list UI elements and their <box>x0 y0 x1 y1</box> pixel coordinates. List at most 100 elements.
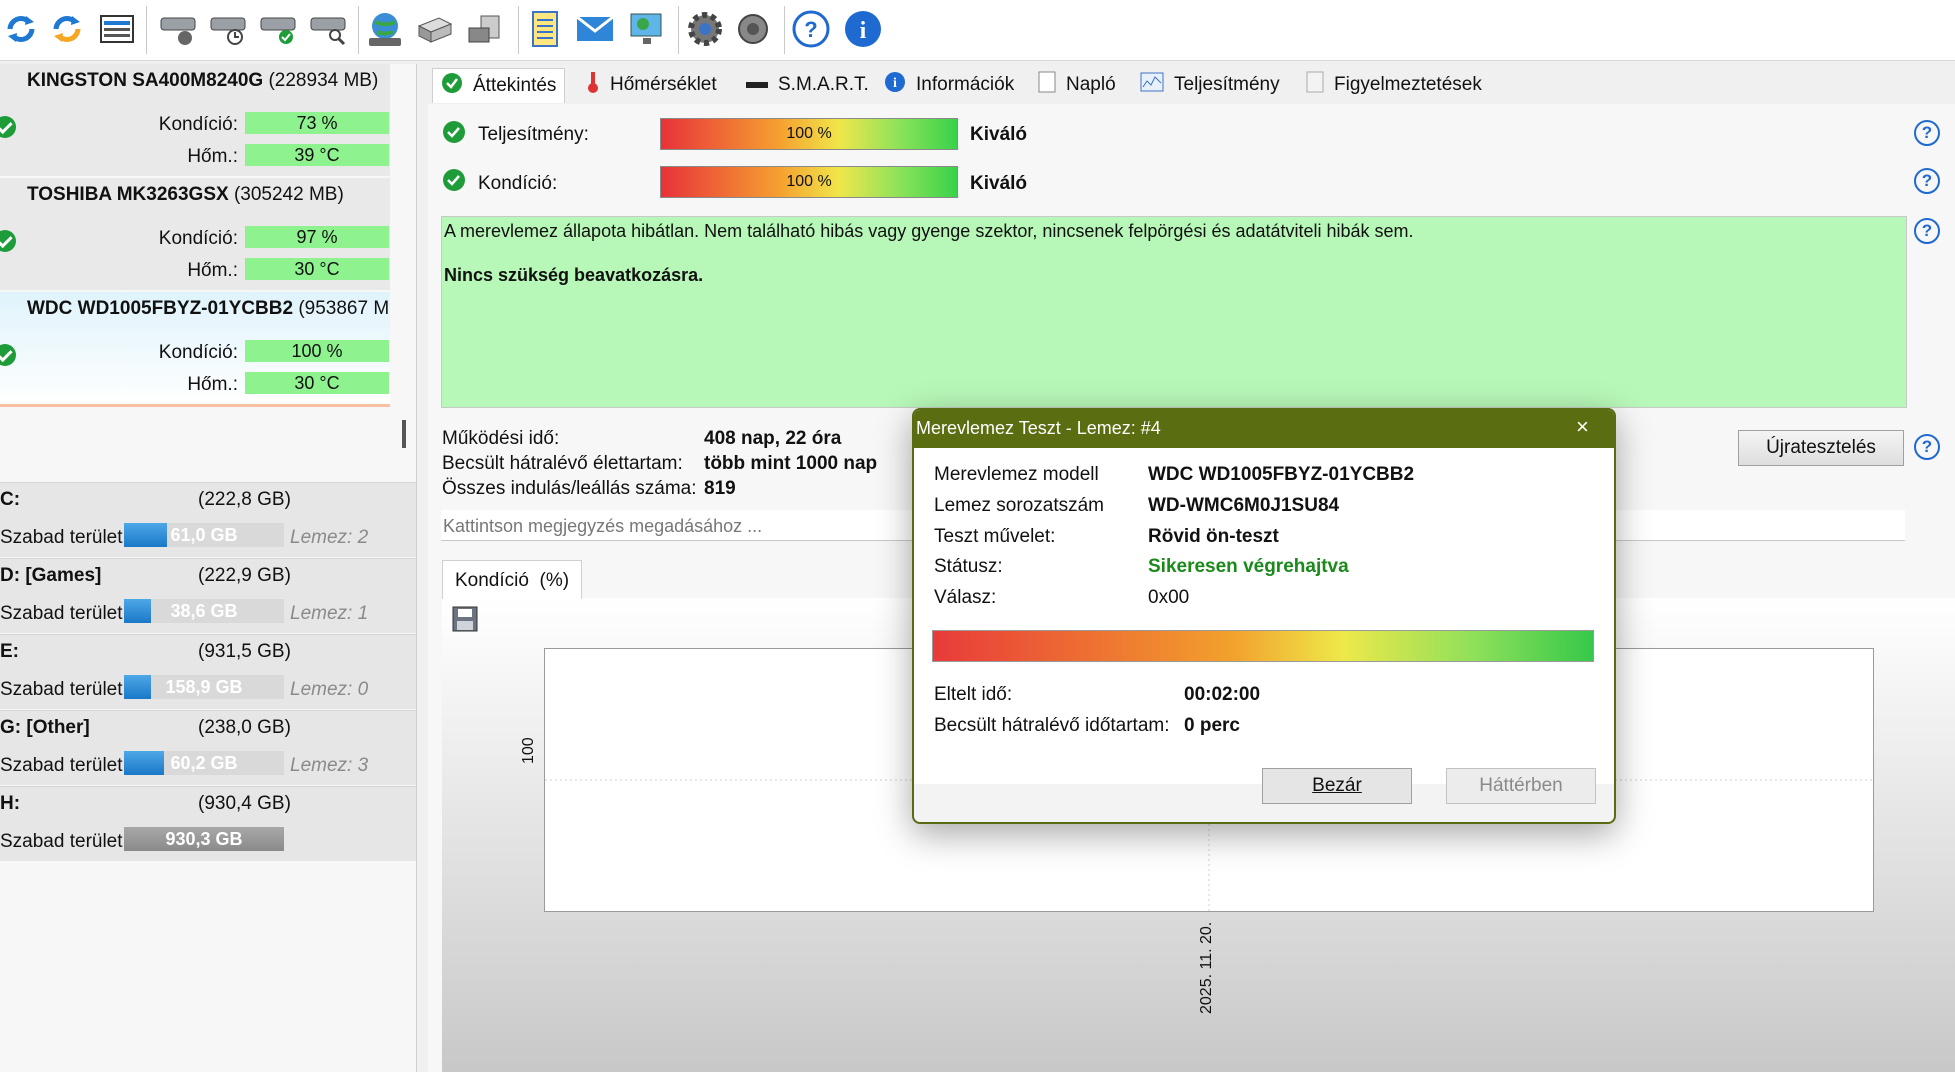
answer-label: Válasz: <box>934 587 997 608</box>
condition-label: Kondíció: <box>158 228 238 249</box>
hdd-timer-icon[interactable] <box>208 8 250 50</box>
condition-label: Kondíció: <box>158 342 238 363</box>
mail-icon[interactable] <box>574 8 616 50</box>
volume-size: (238,0 GB) <box>198 717 291 738</box>
hdd-check-icon[interactable] <box>258 8 300 50</box>
server-icon[interactable] <box>414 8 456 50</box>
speaker-icon[interactable] <box>734 8 776 50</box>
disk-title: TOSHIBA MK3263GSX (305242 MB) <box>27 184 344 206</box>
volume-entry[interactable]: H: (930,4 GB) Szabad terület 930,3 GB <box>0 786 416 861</box>
operation-label: Teszt művelet: <box>934 526 1056 547</box>
answer-value: 0x00 <box>1148 587 1190 608</box>
info-icon: i <box>884 71 906 99</box>
background-button[interactable]: Háttérben <box>1446 768 1596 804</box>
temp-bar: 30 °C <box>245 258 389 280</box>
toolbar-separator <box>784 6 785 54</box>
hdd-search-icon[interactable] <box>308 8 350 50</box>
drive-icon <box>746 74 768 96</box>
help-icon[interactable]: ? <box>790 8 832 50</box>
volume-size: (931,5 GB) <box>198 641 291 662</box>
model-value: WDC WD1005FBYZ-01YCBB2 <box>1148 464 1415 485</box>
toolbar: ? i <box>0 0 1955 61</box>
toolbar-separator <box>146 6 147 54</box>
volume-entry[interactable]: E: (931,5 GB) Szabad terület 158,9 GB Le… <box>0 634 416 709</box>
dialog-titlebar: Merevlemez Teszt - Lemez: #4 × <box>914 410 1614 448</box>
tab-smart[interactable]: S.M.A.R.T. <box>738 68 877 102</box>
model-label: Merevlemez modell <box>934 464 1099 485</box>
tab-label: Áttekintés <box>473 75 557 96</box>
disk-title: WDC WD1005FBYZ-01YCBB2 (953867 M <box>27 298 389 320</box>
tab-label: Napló <box>1066 74 1116 95</box>
condition-bar: 100 % <box>245 340 389 362</box>
remaining-value: 0 perc <box>1184 715 1240 736</box>
hdd-icon[interactable] <box>158 8 200 50</box>
dialog-body: Merevlemez modell WDC WD1005FBYZ-01YCBB2… <box>914 448 1614 784</box>
temp-bar: 39 °C <box>245 144 389 166</box>
disk-title: KINGSTON SA400M8240G (228934 MB) <box>27 70 378 92</box>
chart-tab-label: Kondíció (%) <box>455 570 570 591</box>
volume-entry[interactable]: C: (222,8 GB) Szabad terület 61,0 GB Lem… <box>0 482 416 557</box>
disk-entry[interactable]: TOSHIBA MK3263GSX (305242 MB) Kondíció: … <box>0 178 390 290</box>
document-icon <box>1306 71 1324 99</box>
tab-label: Figyelmeztetések <box>1334 74 1482 95</box>
volume-letter: H: <box>0 793 21 814</box>
progress-fill <box>933 631 1593 661</box>
close-button[interactable]: Bezár <box>1262 768 1412 804</box>
tab-temperature[interactable]: Hőmérséklet <box>578 68 725 102</box>
scrollbar-thumb[interactable] <box>402 420 406 448</box>
status-text: A merevlemez állapota hibátlan. Nem talá… <box>444 221 1414 241</box>
notes-icon[interactable] <box>524 8 566 50</box>
free-space-bar: 38,6 GB <box>124 599 284 623</box>
svg-text:?: ? <box>804 17 817 42</box>
tab-label: S.M.A.R.T. <box>778 74 869 95</box>
close-icon[interactable]: × <box>1576 414 1589 440</box>
temp-label: Hőm.: <box>187 260 238 281</box>
chart-tab[interactable]: Kondíció (%) <box>442 560 582 599</box>
help-icon[interactable]: ? <box>1914 218 1940 244</box>
volume-entry[interactable]: G: [Other] (238,0 GB) Szabad terület 60,… <box>0 710 416 785</box>
volume-letter: E: <box>0 641 19 662</box>
disk-entry[interactable]: KINGSTON SA400M8240G (228934 MB) Kondíci… <box>0 64 390 176</box>
refresh-icon[interactable] <box>0 8 42 50</box>
check-icon <box>0 116 16 138</box>
free-space-label: Szabad terület <box>0 831 123 852</box>
toolbar-separator <box>358 6 359 54</box>
free-space-label: Szabad terület <box>0 755 123 776</box>
free-space-label: Szabad terület <box>0 527 123 548</box>
volume-entry[interactable]: D: [Games] (222,9 GB) Szabad terület 38,… <box>0 558 416 633</box>
free-space-label: Szabad terület <box>0 679 123 700</box>
help-icon[interactable]: ? <box>1914 434 1940 460</box>
tab-performance[interactable]: Teljesítmény <box>1132 68 1288 102</box>
tab-bar: Áttekintés Hőmérséklet S.M.A.R.T. i Info… <box>428 64 1955 104</box>
volume-size: (222,8 GB) <box>198 489 291 510</box>
refresh-all-icon[interactable] <box>46 8 88 50</box>
help-icon[interactable]: ? <box>1914 120 1940 146</box>
condition-bar: 73 % <box>245 112 389 134</box>
svg-text:i: i <box>860 18 867 44</box>
disk-size: (305242 MB) <box>233 184 344 205</box>
free-space-bar: 158,9 GB <box>124 675 284 699</box>
tab-log[interactable]: Napló <box>1030 68 1124 102</box>
disk-list-icon[interactable] <box>96 8 138 50</box>
retest-button[interactable]: Újratesztelés <box>1738 430 1904 466</box>
volume-letter: C: <box>0 489 21 510</box>
globe-disk-icon[interactable] <box>364 8 406 50</box>
free-space-bar: 930,3 GB <box>124 827 284 851</box>
tab-overview[interactable]: Áttekintés <box>432 68 566 103</box>
condition-rating: Kiváló <box>970 173 1028 194</box>
tab-label: Információk <box>916 74 1015 95</box>
disk-list-panel: KINGSTON SA400M8240G (228934 MB) Kondíci… <box>0 64 417 1072</box>
tab-alerts[interactable]: Figyelmeztetések <box>1298 68 1490 102</box>
tab-info[interactable]: i Információk <box>876 68 1022 102</box>
disk-entry-selected[interactable]: WDC WD1005FBYZ-01YCBB2 (953867 M Kondíci… <box>0 292 390 407</box>
drive-icon[interactable] <box>464 8 506 50</box>
performance-rating: Kiváló <box>970 124 1028 145</box>
chart-icon <box>1140 72 1164 98</box>
settings-icon[interactable] <box>684 8 726 50</box>
condition-value: 100 % <box>786 173 832 190</box>
help-icon[interactable]: ? <box>1914 168 1940 194</box>
save-icon[interactable] <box>452 606 478 637</box>
condition-label: Kondíció: <box>158 114 238 135</box>
monitor-icon[interactable] <box>626 8 668 50</box>
info-icon[interactable]: i <box>842 8 884 50</box>
